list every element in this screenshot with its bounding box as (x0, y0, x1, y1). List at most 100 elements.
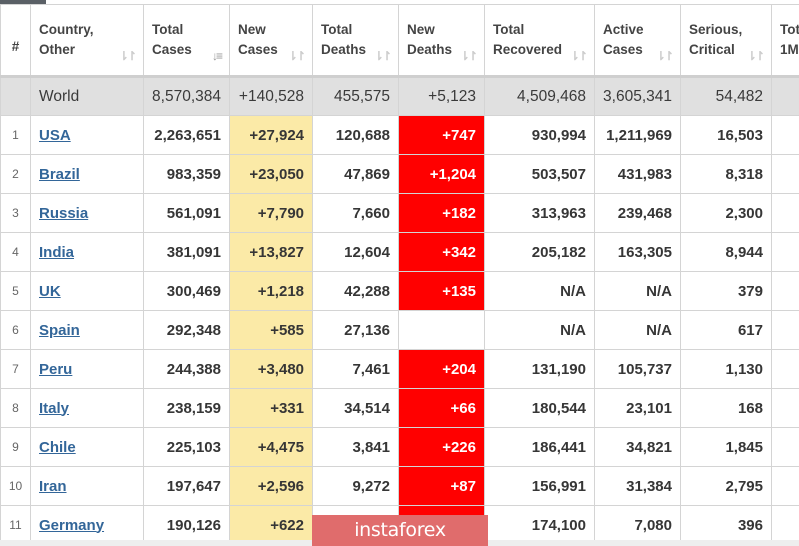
header-label: Cases (238, 42, 278, 57)
total-recovered: 174,100 (484, 505, 595, 545)
sort-desc-icon[interactable]: ↓≡ (212, 46, 223, 66)
country-cell: Peru (30, 349, 144, 389)
serious-critical: 617 (680, 310, 772, 350)
country-link[interactable]: Chile (39, 439, 76, 456)
new-cases: +23,050 (229, 154, 313, 194)
total-recovered: N/A (484, 271, 595, 311)
sort-icon[interactable]: ⇂↾ (570, 46, 588, 66)
country-link[interactable]: USA (39, 127, 71, 144)
new-cases: +2,596 (229, 466, 313, 506)
total-cases: 244,388 (143, 349, 230, 389)
new-cases: +140,528 (229, 76, 313, 116)
header-label: Deaths (407, 42, 453, 57)
active-cases: 23,101 (594, 388, 681, 428)
new-deaths: +135 (398, 271, 485, 311)
serious-critical: 2,795 (680, 466, 772, 506)
header-col-total-recovered[interactable]: Total Recovered ⇂↾ (484, 4, 595, 78)
table-row: 9 Chile 225,103 +4,475 3,841 +226 186,441 34,82… (0, 427, 799, 467)
per-million (771, 466, 799, 506)
row-index: 7 (0, 349, 31, 389)
header-col-active-cases[interactable]: Active Cases ⇂↾ (594, 4, 681, 78)
active-cases: 34,821 (594, 427, 681, 467)
table-row: 7 Peru 244,388 +3,480 7,461 +204 131,190 105,73… (0, 349, 799, 389)
total-deaths: 34,514 (312, 388, 399, 428)
watermark-logo: instaforex (312, 515, 488, 546)
row-index: 10 (0, 466, 31, 506)
country-cell: UK (30, 271, 144, 311)
row-index: 1 (0, 115, 31, 155)
per-million (771, 310, 799, 350)
total-cases: 225,103 (143, 427, 230, 467)
new-deaths (398, 310, 485, 350)
sort-icon[interactable]: ⇂↾ (374, 46, 392, 66)
sort-icon[interactable]: ⇂↾ (747, 46, 765, 66)
total-deaths: 12,604 (312, 232, 399, 272)
header-label: Cases (603, 42, 643, 57)
new-deaths: +204 (398, 349, 485, 389)
sort-icon[interactable]: ⇂↾ (288, 46, 306, 66)
serious-critical: 379 (680, 271, 772, 311)
total-recovered: 131,190 (484, 349, 595, 389)
country-cell: Russia (30, 193, 144, 233)
total-recovered: 156,991 (484, 466, 595, 506)
table-row: 8 Italy 238,159 +331 34,514 +66 180,544 23,101 1… (0, 388, 799, 428)
new-deaths: +747 (398, 115, 485, 155)
per-million (771, 193, 799, 233)
country-link[interactable]: UK (39, 283, 61, 300)
header-label: Critical (689, 42, 735, 57)
header-col-new-deaths[interactable]: New Deaths ⇂↾ (398, 4, 485, 78)
active-cases: N/A (594, 271, 681, 311)
header-col-total-cases[interactable]: Total Cases ↓≡ (143, 4, 230, 78)
active-cases: 1,211,969 (594, 115, 681, 155)
country-cell: Spain (30, 310, 144, 350)
active-cases: 31,384 (594, 466, 681, 506)
total-cases: 561,091 (143, 193, 230, 233)
active-cases: 105,737 (594, 349, 681, 389)
sort-icon[interactable]: ⇂↾ (119, 46, 137, 66)
country-link[interactable]: Iran (39, 478, 67, 495)
country-link[interactable]: Italy (39, 400, 69, 417)
total-deaths: 7,461 (312, 349, 399, 389)
row-index (0, 76, 31, 116)
active-cases: N/A (594, 310, 681, 350)
country-link[interactable]: Brazil (39, 166, 80, 183)
total-cases: 197,647 (143, 466, 230, 506)
header-col-index: # (0, 4, 31, 78)
total-deaths: 455,575 (312, 76, 399, 116)
header-col-total-deaths[interactable]: Total Deaths ⇂↾ (312, 4, 399, 78)
table-row: 2 Brazil 983,359 +23,050 47,869 +1,204 503,507… (0, 154, 799, 194)
header-label: Active (603, 22, 644, 37)
header-label: # (11, 39, 20, 54)
per-million (771, 388, 799, 428)
per-million (771, 349, 799, 389)
total-cases: 2,263,651 (143, 115, 230, 155)
country-link[interactable]: Russia (39, 205, 88, 222)
country-link[interactable]: Germany (39, 517, 104, 534)
header-col-country[interactable]: Country, Other ⇂↾ (30, 4, 144, 78)
header-label: Serious, (689, 22, 743, 37)
header-label: Deaths (321, 42, 367, 57)
header-col-new-cases[interactable]: New Cases ⇂↾ (229, 4, 313, 78)
serious-critical: 1,845 (680, 427, 772, 467)
header-label: Cases (152, 42, 192, 57)
total-recovered: 4,509,468 (484, 76, 595, 116)
country-cell: India (30, 232, 144, 272)
header-label: 1M (780, 42, 799, 57)
per-million (771, 427, 799, 467)
total-cases: 381,091 (143, 232, 230, 272)
new-deaths: +1,204 (398, 154, 485, 194)
total-recovered: N/A (484, 310, 595, 350)
header-label: New (407, 22, 435, 37)
country-link[interactable]: India (39, 244, 74, 261)
country-link[interactable]: Spain (39, 322, 80, 339)
per-million (771, 154, 799, 194)
header-col-serious-critical[interactable]: Serious, Critical ⇂↾ (680, 4, 772, 78)
sort-icon[interactable]: ⇂↾ (460, 46, 478, 66)
country-cell: Germany (30, 505, 144, 545)
country-name: World (30, 76, 144, 116)
country-link[interactable]: Peru (39, 361, 72, 378)
new-cases: +1,218 (229, 271, 313, 311)
table-row: 4 India 381,091 +13,827 12,604 +342 205,182 163… (0, 232, 799, 272)
table-row: 10 Iran 197,647 +2,596 9,272 +87 156,991 31,384… (0, 466, 799, 506)
sort-icon[interactable]: ⇂↾ (656, 46, 674, 66)
